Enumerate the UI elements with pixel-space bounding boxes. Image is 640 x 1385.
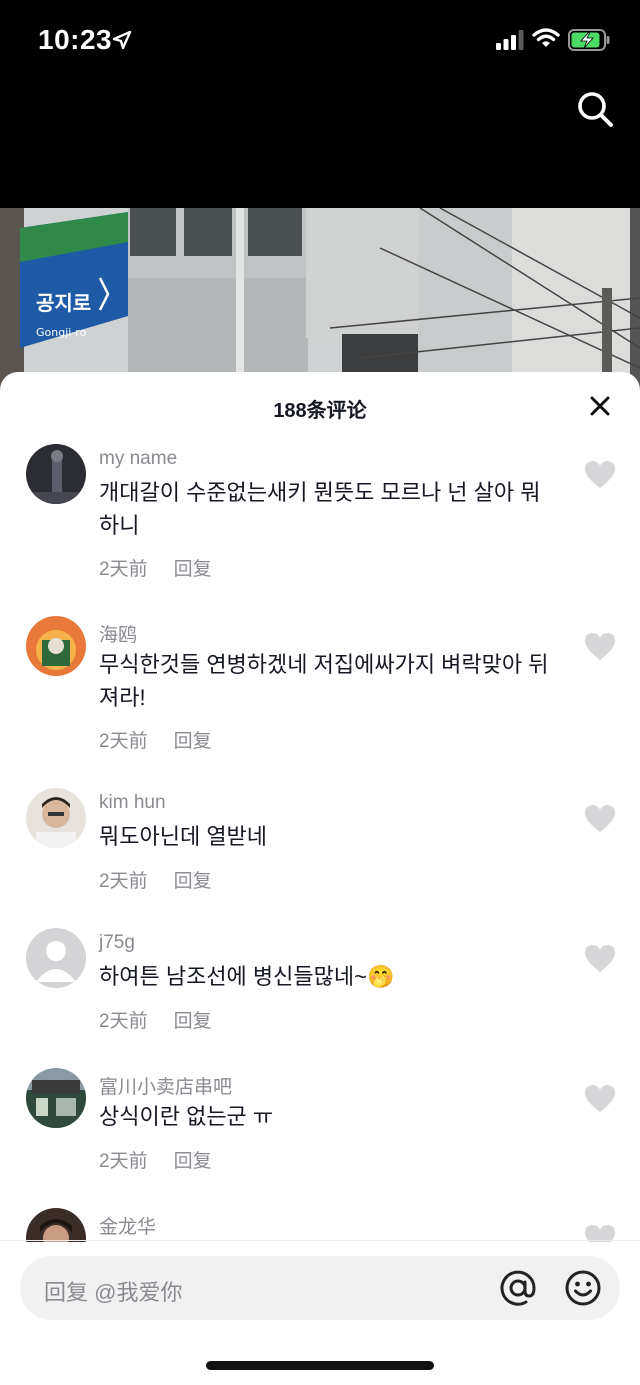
at-icon[interactable] (498, 1268, 538, 1308)
reply-button[interactable]: 回复 (174, 559, 212, 580)
comment-time: 2天前 (99, 1011, 148, 1032)
reply-button[interactable]: 回复 (174, 871, 212, 892)
street-sign-name-ko: 공지로 (36, 291, 91, 315)
comment-text: 하여튼 남조선에 병신들많네~🤭 (99, 960, 549, 993)
comment-author[interactable]: kim hun (99, 792, 166, 814)
close-icon[interactable] (586, 392, 614, 420)
comment-meta: 2天前 回复 (99, 1146, 212, 1173)
avatar[interactable] (26, 928, 86, 988)
street-sign-name-en: Gongji-ro (36, 326, 87, 339)
comment-text: 개대갈이 수준없는새키 뭔뜻도 모르나 넌 살아 뭐하니 (99, 480, 541, 538)
emoji-icon[interactable] (563, 1268, 603, 1308)
screen: 10:23 공지로 Gongji-ro 188条评论 my name 개대갈이 … (0, 0, 640, 1385)
comment-meta: 2天前 回复 (99, 554, 212, 581)
home-indicator[interactable] (206, 1361, 434, 1370)
comment-time: 2天前 (99, 1151, 148, 1172)
reply-button[interactable]: 回复 (174, 1151, 212, 1172)
comment-text: 뭐도아닌데 열받네 (99, 824, 268, 849)
comment-time: 2天前 (99, 559, 148, 580)
comment-time: 2天前 (99, 731, 148, 752)
comment-text: 무식한것들 연병하겠네 저집에싸가지 벼락맞아 뒤져라! (99, 652, 549, 710)
comment-time: 2天前 (99, 871, 148, 892)
reply-button[interactable]: 回复 (174, 731, 212, 752)
comment-input[interactable]: 回复 @我爱你 (44, 1275, 182, 1307)
comment-sheet: 188条评论 my name 개대갈이 수준없는새키 뭔뜻도 모르나 넌 살아 … (0, 372, 640, 1385)
heart-icon[interactable] (584, 944, 616, 974)
cellular-signal-icon (496, 30, 524, 50)
smirk-emoji-icon: 🤭 (366, 964, 395, 989)
heart-icon[interactable] (584, 460, 616, 490)
input-divider (0, 1240, 640, 1241)
status-time: 10:23 (38, 24, 113, 55)
heart-icon[interactable] (584, 632, 616, 662)
reply-button[interactable]: 回复 (174, 1011, 212, 1032)
wifi-icon (532, 28, 560, 47)
avatar[interactable] (26, 616, 86, 676)
heart-icon[interactable] (584, 1084, 616, 1114)
comment-count-title: 188条评论 (273, 400, 367, 422)
avatar[interactable] (26, 1208, 86, 1242)
status-bar: 10:23 (0, 0, 640, 80)
comment-meta: 2天前 回复 (99, 726, 212, 753)
comment-text: 상식이란 없는군 ㅠ (99, 1104, 274, 1129)
comment-author[interactable]: 金龙华 (99, 1212, 156, 1239)
comment-input-bar[interactable]: 回复 @我爱你 (20, 1256, 620, 1320)
battery-charging-icon (568, 29, 610, 51)
sheet-header: 188条评论 (0, 372, 640, 438)
comment-author[interactable]: 海鸥 (99, 620, 137, 647)
search-icon[interactable] (574, 88, 616, 130)
comment-meta: 2天前 回复 (99, 866, 212, 893)
avatar[interactable] (26, 1068, 86, 1128)
avatar[interactable] (26, 444, 86, 504)
comment-list[interactable]: my name 개대갈이 수준없는새키 뭔뜻도 모르나 넌 살아 뭐하니 2天前… (0, 438, 640, 1242)
comment-text-body: 하여튼 남조선에 병신들많네~ (99, 964, 367, 989)
comment-author[interactable]: my name (99, 448, 177, 470)
comment-meta: 2天前 回复 (99, 1006, 212, 1033)
location-arrow-icon (112, 30, 132, 50)
street-scene-image: 공지로 Gongji-ro (0, 208, 640, 388)
comment-author[interactable]: 富川小卖店串吧 (99, 1072, 232, 1099)
comment-author[interactable]: j75g (99, 932, 135, 954)
avatar[interactable] (26, 788, 86, 848)
heart-icon[interactable] (584, 804, 616, 834)
video-frame[interactable]: 공지로 Gongji-ro (0, 208, 640, 388)
